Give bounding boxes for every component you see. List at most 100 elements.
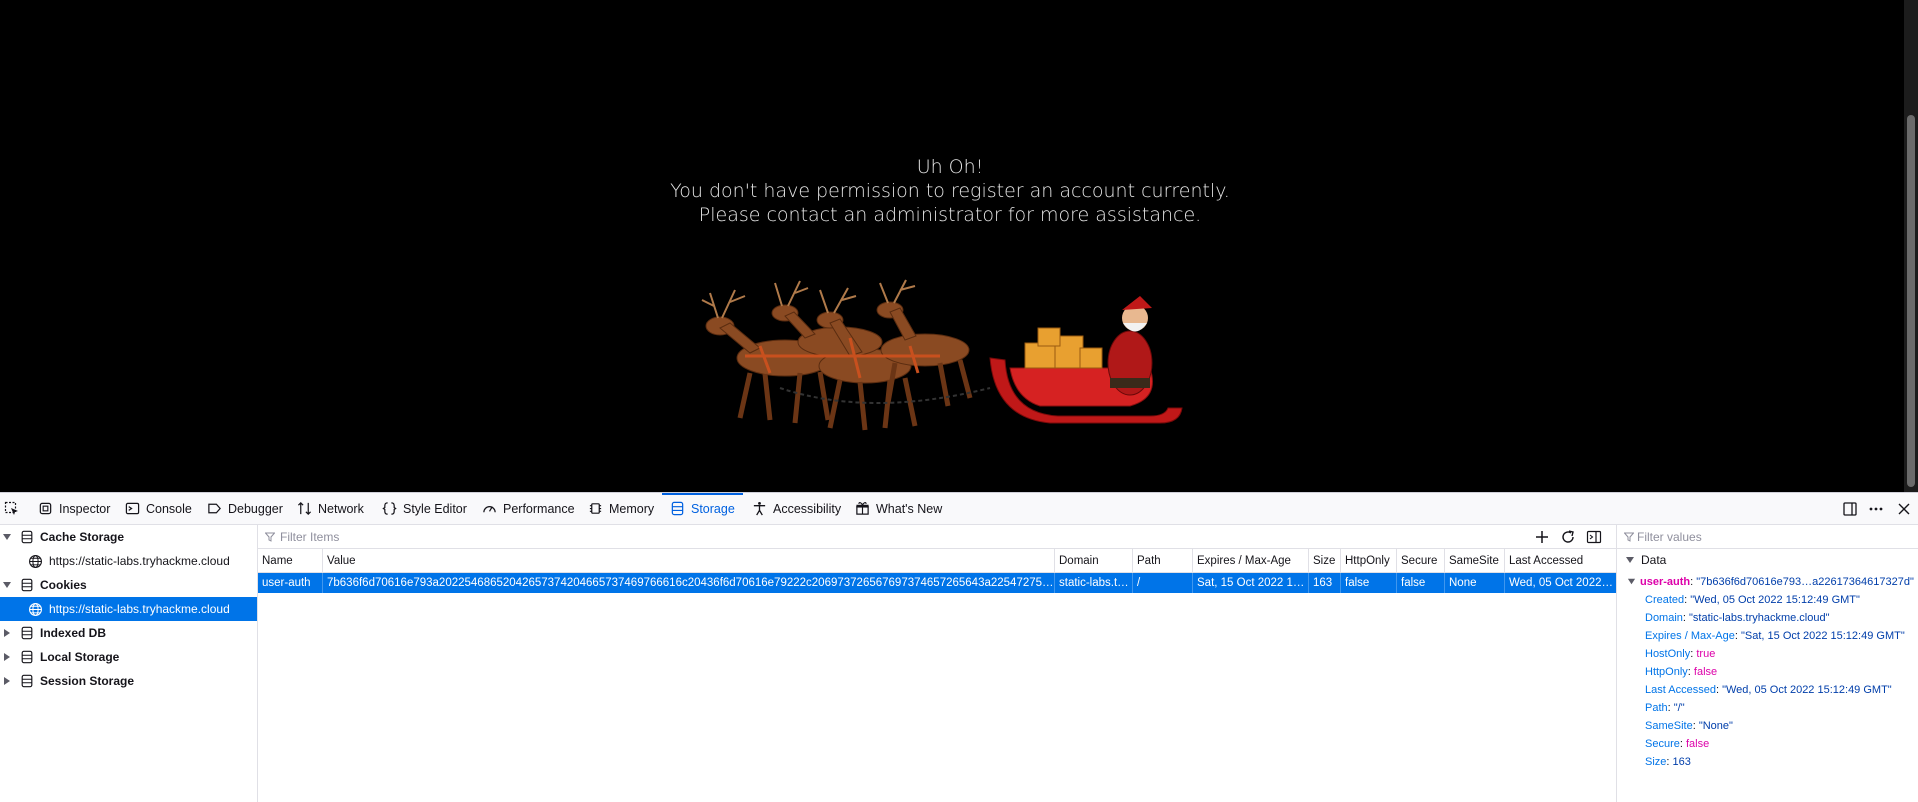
data-section-header[interactable]: Data	[1617, 549, 1918, 571]
cell-samesite[interactable]: None	[1444, 573, 1504, 593]
tree-cookies-origin[interactable]: https://static-labs.tryhackme.cloud	[0, 597, 257, 621]
network-icon	[297, 502, 312, 515]
chevron-down-icon[interactable]	[1625, 555, 1635, 565]
column-header-expires[interactable]: Expires / Max-Age	[1192, 549, 1308, 573]
chevron-right-icon[interactable]	[2, 676, 12, 686]
chevron-down-icon[interactable]	[2, 580, 12, 590]
table-row[interactable]: user-auth 7b636f6d70616e793a202254686520…	[258, 573, 1616, 593]
data-prop[interactable]: HostOnly: true	[1645, 645, 1715, 663]
data-prop-key: Path	[1645, 702, 1668, 714]
data-prop[interactable]: Expires / Max-Age: "Sat, 15 Oct 2022 15:…	[1645, 627, 1905, 645]
cookies-table-pane: Name Value Domain Path Expires / Max-Age…	[258, 525, 1616, 802]
data-prop[interactable]: Created: "Wed, 05 Oct 2022 15:12:49 GMT"	[1645, 591, 1860, 609]
tab-label: What's New	[876, 501, 943, 516]
tab-label: Network	[318, 501, 364, 516]
data-prop-key: Last Accessed	[1645, 684, 1716, 696]
chevron-right-icon[interactable]	[2, 652, 12, 662]
close-devtools-icon[interactable]	[1896, 501, 1912, 517]
error-message: Uh Oh! You don't have permission to regi…	[0, 155, 1900, 227]
debugger-icon	[208, 503, 221, 514]
column-header-name[interactable]: Name	[258, 549, 322, 573]
tab-performance[interactable]: Performance	[482, 493, 575, 524]
chevron-down-icon[interactable]	[1627, 577, 1636, 586]
items-filter-bar	[258, 525, 1616, 549]
tab-whats-new[interactable]: What's New	[855, 493, 942, 524]
cell-last-accessed[interactable]: Wed, 05 Oct 2022 1…	[1504, 573, 1616, 593]
refresh-icon[interactable]	[1560, 529, 1576, 545]
cell-value[interactable]: 7b636f6d70616e793a2022546865204265737420…	[322, 573, 1054, 593]
tab-inspector[interactable]: Inspector	[38, 493, 110, 524]
tree-cookies[interactable]: Cookies	[0, 573, 257, 597]
chevron-right-icon[interactable]	[2, 628, 12, 638]
column-header-path[interactable]: Path	[1132, 549, 1192, 573]
tab-label: Style Editor	[403, 501, 467, 516]
data-prop-value: "Wed, 05 Oct 2022 15:12:49 GMT"	[1690, 594, 1860, 606]
cell-expires[interactable]: Sat, 15 Oct 2022 15:…	[1192, 573, 1308, 593]
dock-side-icon[interactable]	[1842, 501, 1858, 517]
tree-indexed-db[interactable]: Indexed DB	[0, 621, 257, 645]
data-prop-value: false	[1693, 666, 1718, 678]
filter-items-input[interactable]	[280, 528, 1280, 546]
toggle-sidebar-icon[interactable]	[1586, 529, 1602, 545]
cell-httponly[interactable]: false	[1340, 573, 1396, 593]
cell-secure[interactable]: false	[1396, 573, 1444, 593]
whats-new-icon	[856, 502, 869, 515]
column-header-httponly[interactable]: HttpOnly	[1340, 549, 1396, 573]
performance-icon	[483, 506, 496, 513]
filter-icon	[265, 532, 275, 542]
page-scrollbar[interactable]	[1904, 0, 1918, 492]
data-prop[interactable]: Size: 163	[1645, 753, 1691, 771]
storage-tree: Cache Storage https://static-labs.tryhac…	[0, 525, 258, 802]
tab-console[interactable]: Console	[125, 493, 192, 524]
column-header-secure[interactable]: Secure	[1396, 549, 1444, 573]
column-header-size[interactable]: Size	[1308, 549, 1340, 573]
data-prop-value: "/"	[1673, 702, 1685, 714]
tree-label: Cookies	[40, 578, 87, 592]
tab-network[interactable]: Network	[297, 493, 364, 524]
data-prop-value: "Sat, 15 Oct 2022 15:12:49 GMT"	[1741, 630, 1905, 642]
page-scrollbar-thumb[interactable]	[1907, 115, 1915, 487]
data-prop-key: Size	[1645, 756, 1667, 768]
chevron-down-icon[interactable]	[2, 532, 12, 542]
globe-icon	[29, 602, 42, 616]
data-prop-value: "None"	[1698, 720, 1733, 732]
tab-storage[interactable]: Storage	[662, 493, 743, 524]
tree-label: Indexed DB	[40, 626, 107, 640]
tab-debugger[interactable]: Debugger	[207, 493, 283, 524]
cell-size[interactable]: 163	[1308, 573, 1340, 593]
data-prop[interactable]: Path: "/"	[1645, 699, 1685, 717]
tab-label: Performance	[503, 501, 575, 516]
tab-accessibility[interactable]: Accessibility	[752, 493, 841, 524]
add-item-icon[interactable]	[1534, 529, 1550, 545]
column-header-value[interactable]: Value	[322, 549, 1054, 573]
cell-path[interactable]: /	[1132, 573, 1192, 593]
cell-domain[interactable]: static-labs.t…	[1054, 573, 1132, 593]
more-options-icon[interactable]	[1868, 501, 1884, 517]
data-root-value: "7b636f6d70616e793…a22617364617327d"	[1696, 576, 1914, 588]
element-picker-icon[interactable]	[4, 501, 20, 517]
tree-cache-origin[interactable]: https://static-labs.tryhackme.cloud	[0, 549, 257, 573]
tab-label: Console	[146, 501, 192, 516]
data-prop[interactable]: Last Accessed: "Wed, 05 Oct 2022 15:12:4…	[1645, 681, 1892, 699]
data-prop[interactable]: HttpOnly: false	[1645, 663, 1717, 681]
tree-cache-storage[interactable]: Cache Storage	[0, 525, 257, 549]
data-prop-value: true	[1696, 648, 1716, 660]
tab-memory[interactable]: Memory	[588, 493, 654, 524]
data-prop[interactable]: Domain: "static-labs.tryhackme.cloud"	[1645, 609, 1830, 627]
data-prop[interactable]: SameSite: "None"	[1645, 717, 1733, 735]
data-root-entry[interactable]: user-auth: "7b636f6d70616e793…a226173646…	[1627, 573, 1914, 591]
column-header-domain[interactable]: Domain	[1054, 549, 1132, 573]
tree-local-storage[interactable]: Local Storage	[0, 645, 257, 669]
cell-name[interactable]: user-auth	[258, 573, 322, 593]
filter-values-input[interactable]	[1637, 528, 1907, 546]
tab-label: Inspector	[59, 501, 111, 516]
column-header-last-accessed[interactable]: Last Accessed	[1504, 549, 1616, 573]
data-prop-value: "Wed, 05 Oct 2022 15:12:49 GMT"	[1722, 684, 1892, 696]
tree-session-storage[interactable]: Session Storage	[0, 669, 257, 693]
page-viewport: Uh Oh! You don't have permission to regi…	[0, 0, 1918, 492]
data-prop-key: HttpOnly	[1645, 666, 1688, 678]
tab-style-editor[interactable]: Style Editor	[382, 493, 467, 524]
column-header-samesite[interactable]: SameSite	[1444, 549, 1504, 573]
devtools-panel: Inspector Console Debugger Network Style…	[0, 492, 1918, 802]
data-prop[interactable]: Secure: false	[1645, 735, 1709, 753]
